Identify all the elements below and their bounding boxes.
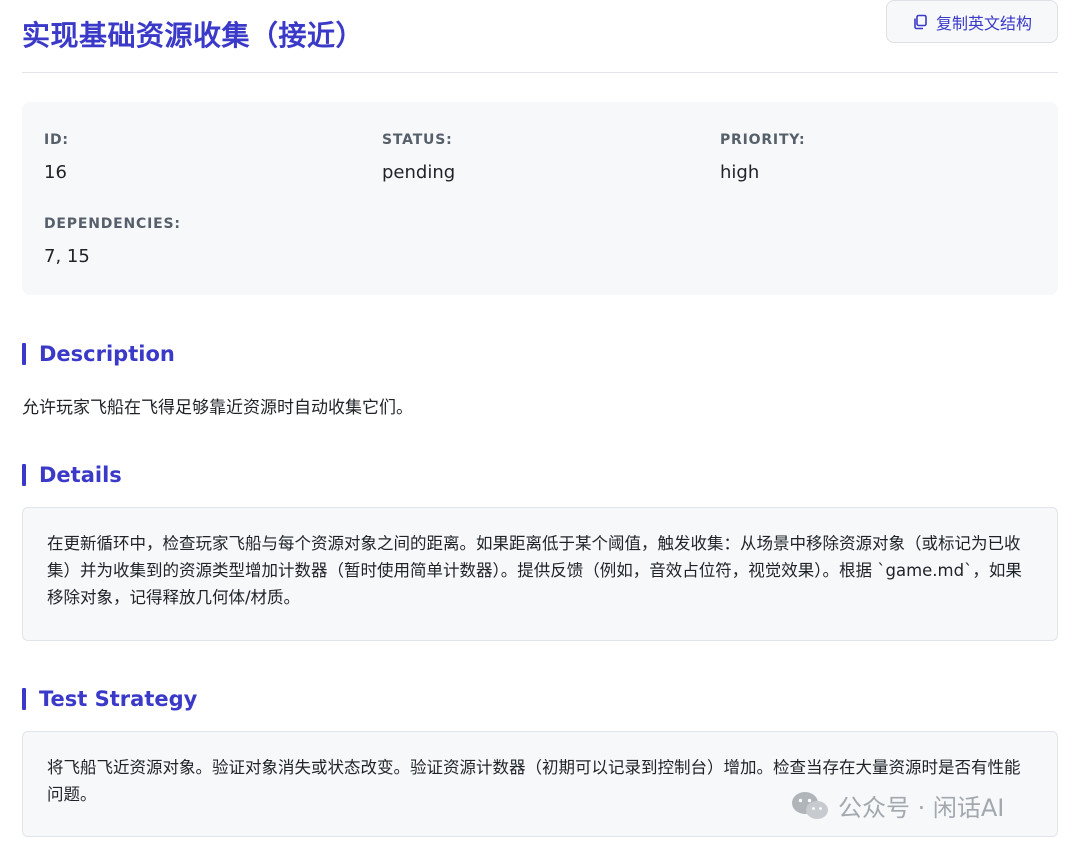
meta-status: STATUS: pending	[382, 132, 455, 183]
test-strategy-heading: Test Strategy	[22, 687, 197, 711]
details-text: 在更新循环中，检查玩家飞船与每个资源对象之间的距离。如果距离低于某个阈值，触发收…	[47, 534, 1022, 607]
page-header: 实现基础资源收集（接近） 复制英文结构	[22, 0, 1058, 73]
description-text: 允许玩家飞船在飞得足够靠近资源时自动收集它们。	[22, 398, 413, 418]
copy-button-label: 复制英文结构	[935, 13, 1032, 33]
heading-accent-bar	[22, 688, 26, 710]
page-title: 实现基础资源收集（接近）	[22, 19, 365, 52]
description-heading-text: Description	[39, 342, 175, 366]
meta-status-value: pending	[382, 162, 456, 183]
description-heading: Description	[22, 342, 175, 366]
task-detail-page: 实现基础资源收集（接近） 复制英文结构 ID: 16 STATUS: pendi…	[22, 0, 1058, 837]
wechat-icon	[790, 790, 830, 822]
heading-accent-bar	[22, 464, 26, 486]
meta-dependencies: DEPENDENCIES: 7, 15	[44, 216, 181, 267]
meta-status-label: STATUS:	[382, 132, 453, 148]
watermark-text: 公众号 · 闲话AI	[838, 794, 1005, 822]
meta-priority-label: PRIORITY:	[720, 132, 806, 148]
meta-id-label: ID:	[44, 132, 69, 148]
copy-english-structure-button[interactable]: 复制英文结构	[886, 0, 1058, 43]
meta-dependencies-value: 7, 15	[44, 246, 90, 267]
task-meta-panel: ID: 16 STATUS: pending PRIORITY: high DE…	[22, 102, 1058, 295]
details-heading-text: Details	[39, 463, 122, 487]
test-strategy-heading-text: Test Strategy	[39, 687, 198, 711]
meta-id: ID: 16	[44, 132, 69, 183]
watermark: 公众号 · 闲话AI	[790, 788, 1004, 823]
details-heading: Details	[22, 463, 122, 487]
heading-accent-bar	[22, 343, 26, 365]
meta-priority: PRIORITY: high	[720, 132, 805, 183]
details-box: 在更新循环中，检查玩家飞船与每个资源对象之间的距离。如果距离低于某个阈值，触发收…	[22, 507, 1058, 641]
copy-icon	[912, 14, 928, 30]
meta-priority-value: high	[720, 162, 760, 183]
meta-id-value: 16	[44, 162, 67, 183]
meta-dependencies-label: DEPENDENCIES:	[44, 216, 181, 232]
